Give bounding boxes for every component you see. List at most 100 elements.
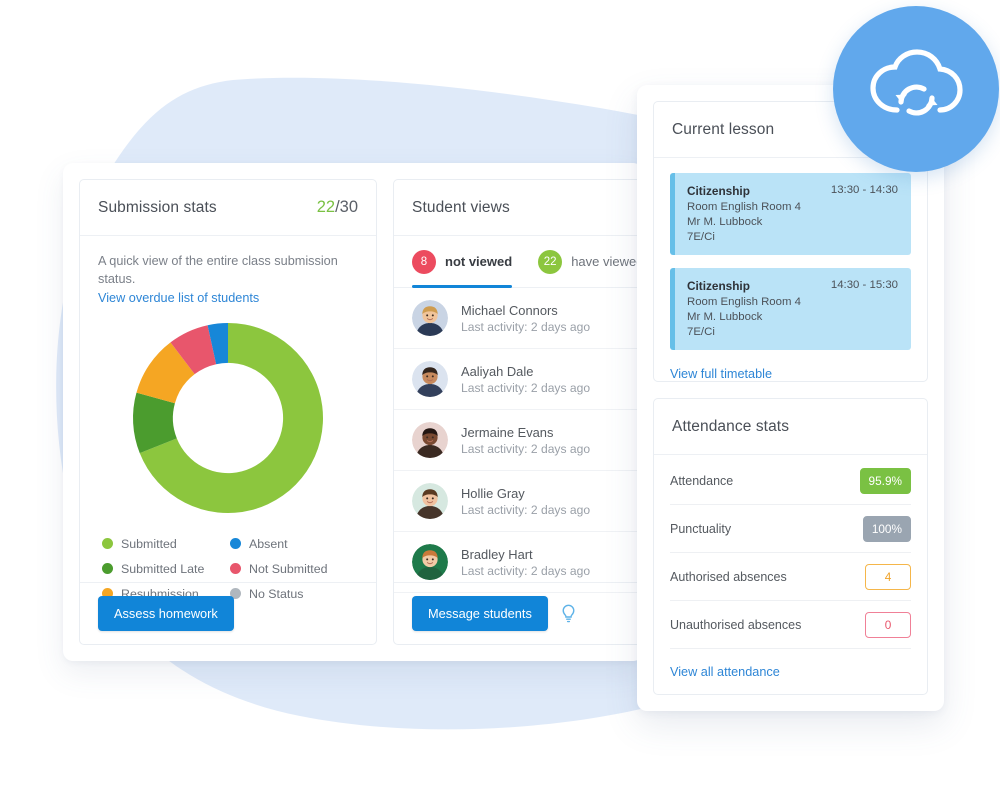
lesson-item[interactable]: Citizenship 13:30 - 14:30 Room English R… xyxy=(670,173,911,255)
submission-description: A quick view of the entire class submiss… xyxy=(98,254,338,287)
avatar xyxy=(412,483,448,519)
attendance-stats-card: Attendance stats Attendance 95.9% Punctua… xyxy=(653,398,928,695)
table-row: Unauthorised absences 0 xyxy=(670,601,911,649)
legend-item-absent: Absent xyxy=(230,537,354,551)
lightbulb-icon[interactable] xyxy=(560,604,577,624)
submission-count-value: 22 xyxy=(316,198,336,216)
avatar xyxy=(412,300,448,336)
student-last-activity: Last activity: 2 days ago xyxy=(461,380,591,395)
student-info: Jermaine Evans Last activity: 2 days ago xyxy=(461,425,590,456)
avatar-image xyxy=(412,422,448,458)
legend-label: Absent xyxy=(249,536,288,551)
student-info: Aaliyah Dale Last activity: 2 days ago xyxy=(461,364,590,395)
legend-dot-icon xyxy=(102,563,113,575)
status-badge: 100% xyxy=(862,515,911,542)
attendance-label: Authorised absences xyxy=(670,569,787,584)
submission-count: 22/30 xyxy=(317,198,358,217)
student-name: Hollie Gray xyxy=(461,485,525,501)
legend-label: Submitted xyxy=(121,536,177,551)
student-last-activity: Last activity: 2 days ago xyxy=(461,319,591,334)
assess-homework-button[interactable]: Assess homework xyxy=(98,596,234,631)
status-badge: 0 xyxy=(865,611,911,638)
student-name: Jermaine Evans xyxy=(461,424,554,440)
student-last-activity: Last activity: 2 days ago xyxy=(461,441,591,456)
student-name: Michael Connors xyxy=(461,302,558,318)
attendance-label: Attendance xyxy=(670,473,734,488)
avatar-image xyxy=(412,544,448,580)
page-title: Submission stats xyxy=(98,198,217,216)
lesson-item[interactable]: Citizenship 14:30 - 15:30 Room English R… xyxy=(670,268,911,350)
lesson-teacher: Mr M. Lubbock xyxy=(687,311,763,323)
attendance-title: Attendance stats xyxy=(672,417,790,435)
attendance-footer: View all attendance xyxy=(654,649,927,681)
submission-card-header: Submission stats 22/30 xyxy=(80,180,376,236)
tab-have-viewed-label: have viewed xyxy=(571,254,644,269)
legend-dot-icon xyxy=(230,563,241,575)
lesson-list: Citizenship 13:30 - 14:30 Room English R… xyxy=(654,158,927,350)
lesson-group: 7E/Ci xyxy=(687,231,715,243)
student-last-activity: Last activity: 2 days ago xyxy=(461,502,591,517)
legend-label: Submitted Late xyxy=(121,561,205,576)
lesson-room: Room English Room 4 xyxy=(687,201,801,213)
right-panel: Current lesson Citizenship 13:30 - 14:30… xyxy=(637,85,944,711)
avatar xyxy=(412,422,448,458)
table-row: Attendance 95.9% xyxy=(670,457,911,505)
tab-not-viewed[interactable]: 8 not viewed xyxy=(412,236,513,288)
lesson-subject: Citizenship xyxy=(687,184,750,198)
lesson-time: 13:30 - 14:30 xyxy=(830,184,898,196)
table-row: Punctuality 100% xyxy=(670,505,911,553)
not-viewed-badge: 8 xyxy=(412,249,436,274)
table-row: Authorised absences 4 xyxy=(670,553,911,601)
avatar xyxy=(412,544,448,580)
student-info: Hollie Gray Last activity: 2 days ago xyxy=(461,486,590,517)
cloud-sync-badge[interactable] xyxy=(833,6,999,172)
legend-item-submitted-late: Submitted Late xyxy=(102,562,222,576)
submission-donut-chart xyxy=(133,322,323,513)
student-name: Aaliyah Dale xyxy=(461,363,534,379)
lesson-teacher: Mr M. Lubbock xyxy=(687,216,763,228)
tab-have-viewed[interactable]: 22 have viewed xyxy=(538,236,643,287)
tab-not-viewed-label: not viewed xyxy=(445,254,513,269)
legend-dot-icon xyxy=(230,538,241,550)
have-viewed-badge: 22 xyxy=(538,249,563,274)
app-screenshot: Submission stats 22/30 A quick view of t… xyxy=(0,0,1000,789)
message-students-button[interactable]: Message students xyxy=(412,596,548,631)
avatar-image xyxy=(412,361,448,397)
lesson-footer: View full timetable xyxy=(654,363,927,383)
view-overdue-link[interactable]: View overdue list of students xyxy=(98,291,259,305)
attendance-header: Attendance stats xyxy=(654,399,927,455)
submission-card-body: A quick view of the entire class submiss… xyxy=(80,236,376,601)
submission-card-footer: Assess homework xyxy=(80,582,376,644)
student-name: Bradley Hart xyxy=(461,546,533,562)
submission-count-total: /30 xyxy=(335,198,358,216)
current-lesson-title: Current lesson xyxy=(672,120,775,138)
status-badge: 95.9% xyxy=(859,467,911,494)
attendance-rows: Attendance 95.9% Punctuality 100% Authoris… xyxy=(654,455,927,649)
legend-item-not-submitted: Not Submitted xyxy=(230,562,354,576)
cloud-sync-icon xyxy=(870,49,963,116)
attendance-label: Punctuality xyxy=(670,521,732,536)
submission-stats-card: Submission stats 22/30 A quick view of t… xyxy=(79,179,377,645)
attendance-label: Unauthorised absences xyxy=(670,617,802,632)
student-views-title: Student views xyxy=(412,198,510,216)
view-full-timetable-link[interactable]: View full timetable xyxy=(670,367,772,381)
avatar-image xyxy=(412,483,448,519)
lesson-subject: Citizenship xyxy=(687,279,750,293)
lesson-room: Room English Room 4 xyxy=(687,296,801,308)
legend-item-submitted: Submitted xyxy=(102,537,222,551)
avatar xyxy=(412,361,448,397)
lesson-time: 14:30 - 15:30 xyxy=(830,279,898,291)
legend-dot-icon xyxy=(102,538,113,550)
student-info: Bradley Hart Last activity: 2 days ago xyxy=(461,547,590,578)
student-last-activity: Last activity: 2 days ago xyxy=(461,563,591,578)
left-panel: Submission stats 22/30 A quick view of t… xyxy=(63,163,691,661)
student-info: Michael Connors Last activity: 2 days ago xyxy=(461,303,590,334)
donut-chart-container xyxy=(98,315,358,527)
lesson-top-row: Citizenship 13:30 - 14:30 xyxy=(687,184,898,198)
view-all-attendance-link[interactable]: View all attendance xyxy=(670,665,780,679)
lesson-group: 7E/Ci xyxy=(687,326,715,338)
avatar-image xyxy=(412,300,448,336)
legend-label: Not Submitted xyxy=(249,561,328,576)
lesson-top-row: Citizenship 14:30 - 15:30 xyxy=(687,279,898,293)
status-badge: 4 xyxy=(865,563,911,590)
